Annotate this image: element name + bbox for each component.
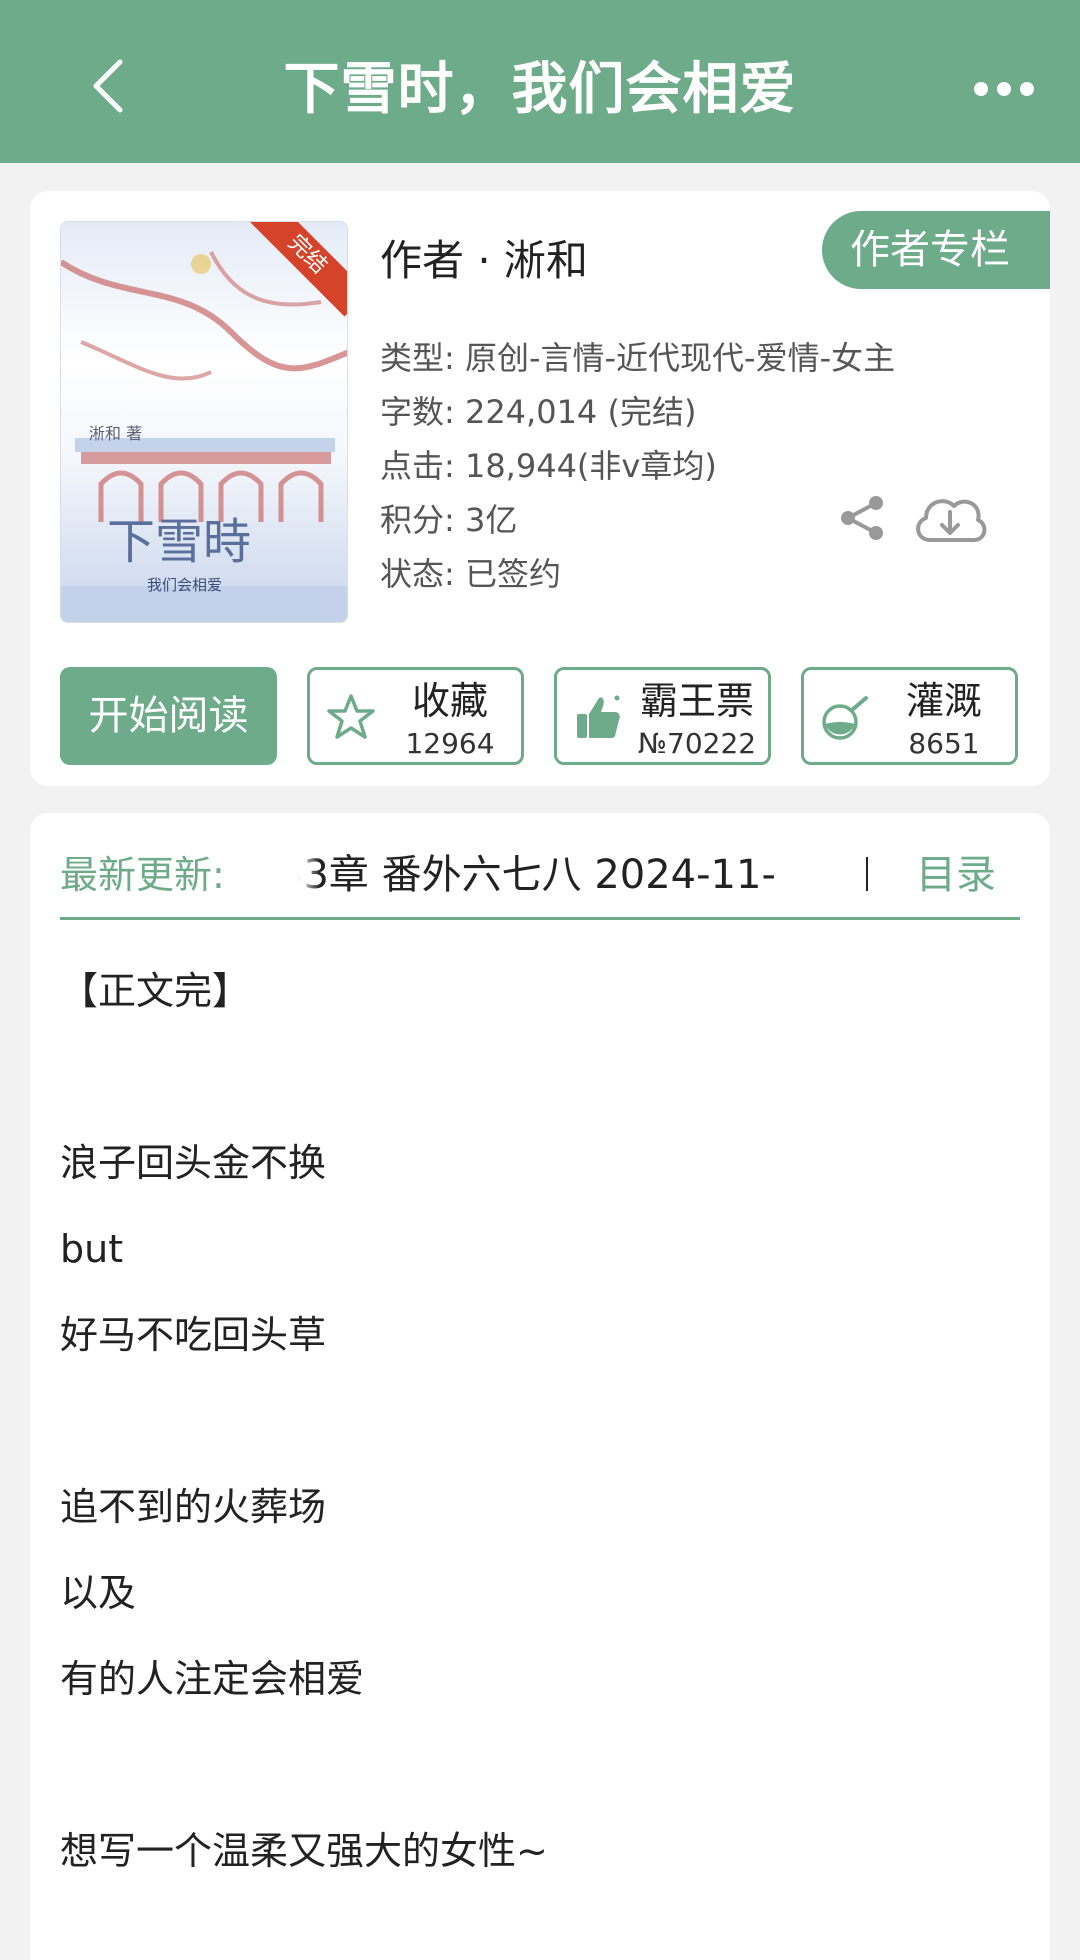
latest-update-text: 53章 番外六七八 2024-11- <box>298 852 776 898</box>
nourish-button[interactable]: 灌溉 8651 <box>801 667 1018 765</box>
flask-icon <box>822 696 868 740</box>
favorite-button[interactable]: 收藏 12964 <box>307 667 524 765</box>
description-line: but <box>60 1227 124 1271</box>
meta-clicks: 点击: 18,944(非v章均) <box>380 447 717 485</box>
book-cover[interactable]: 完结 淅和 著 下雪時 我们会相爱 <box>60 221 348 623</box>
description-line: 好马不吃回头草 <box>60 1313 327 1357</box>
divider <box>60 917 1020 920</box>
latest-update-marquee[interactable]: 53章 番外六七八 2024-11- <box>298 843 888 907</box>
favorite-count: 12964 <box>405 727 495 760</box>
marquee-fade-right <box>838 843 878 907</box>
meta-points: 积分: 3亿 <box>380 501 518 539</box>
description-line: 想写一个温柔又强大的女性~ <box>60 1829 548 1873</box>
description-line <box>60 1034 1020 1120</box>
vote-count: №70222 <box>637 727 757 760</box>
cover-title-art: 下雪時 <box>107 514 252 570</box>
author-column-button[interactable]: 作者专栏 <box>822 211 1050 289</box>
description-line <box>60 1722 1020 1808</box>
author-line[interactable]: 作者 · 淅和 <box>380 231 588 291</box>
vote-button[interactable]: 霸王票 №70222 <box>554 667 771 765</box>
start-reading-button[interactable]: 开始阅读 <box>60 667 277 765</box>
cover-subtitle: 我们会相爱 <box>147 576 223 594</box>
description-line: 追不到的火葬场 <box>60 1485 327 1529</box>
description-line: 【正文完】 <box>60 969 251 1013</box>
latest-update-label: 最新更新: <box>60 853 225 897</box>
description-line <box>60 1378 1020 1464</box>
top-bar: 下雪时，我们会相爱 <box>0 0 1080 163</box>
cloud-download-icon[interactable] <box>910 488 990 548</box>
page-title: 下雪时，我们会相爱 <box>283 57 797 122</box>
vote-label: 霸王票 <box>639 679 754 723</box>
book-description: 【正文完】 浪子回头金不换 but 好马不吃回头草 追不到的火葬场 以及 有的人… <box>60 948 1020 1894</box>
description-line: 有的人注定会相爱 <box>60 1657 365 1701</box>
share-icon[interactable] <box>838 493 888 543</box>
book-info-card: 完结 淅和 著 下雪時 我们会相爱 作者 · 淅和 作者专栏 类型: 原创-言情… <box>30 191 1050 786</box>
description-line: 以及 <box>60 1571 137 1615</box>
marquee-fade-left <box>298 843 320 907</box>
meta-status: 状态: 已签约 <box>380 555 561 593</box>
favorite-label: 收藏 <box>411 679 488 723</box>
star-icon <box>327 694 375 739</box>
more-horizontal-icon[interactable] <box>970 78 1056 100</box>
cover-author-text: 淅和 著 <box>89 424 143 443</box>
description-card: 最新更新: 53章 番外六七八 2024-11- 目录 【正文完】 浪子回头金不… <box>30 813 1050 1960</box>
description-line: 浪子回头金不换 <box>60 1141 327 1185</box>
marquee-cursor <box>866 857 868 891</box>
meta-words: 字数: 224,014 (完结) <box>380 393 697 431</box>
thumbs-up-icon <box>577 695 620 738</box>
nourish-count: 8651 <box>908 727 980 760</box>
book-meta: 类型: 原创-言情-近代现代-爱情-女主 字数: 224,014 (完结) 点击… <box>380 331 895 601</box>
meta-type: 类型: 原创-言情-近代现代-爱情-女主 <box>380 339 896 377</box>
nourish-label: 灌溉 <box>905 679 982 723</box>
table-of-contents-link[interactable]: 目录 <box>916 843 996 907</box>
